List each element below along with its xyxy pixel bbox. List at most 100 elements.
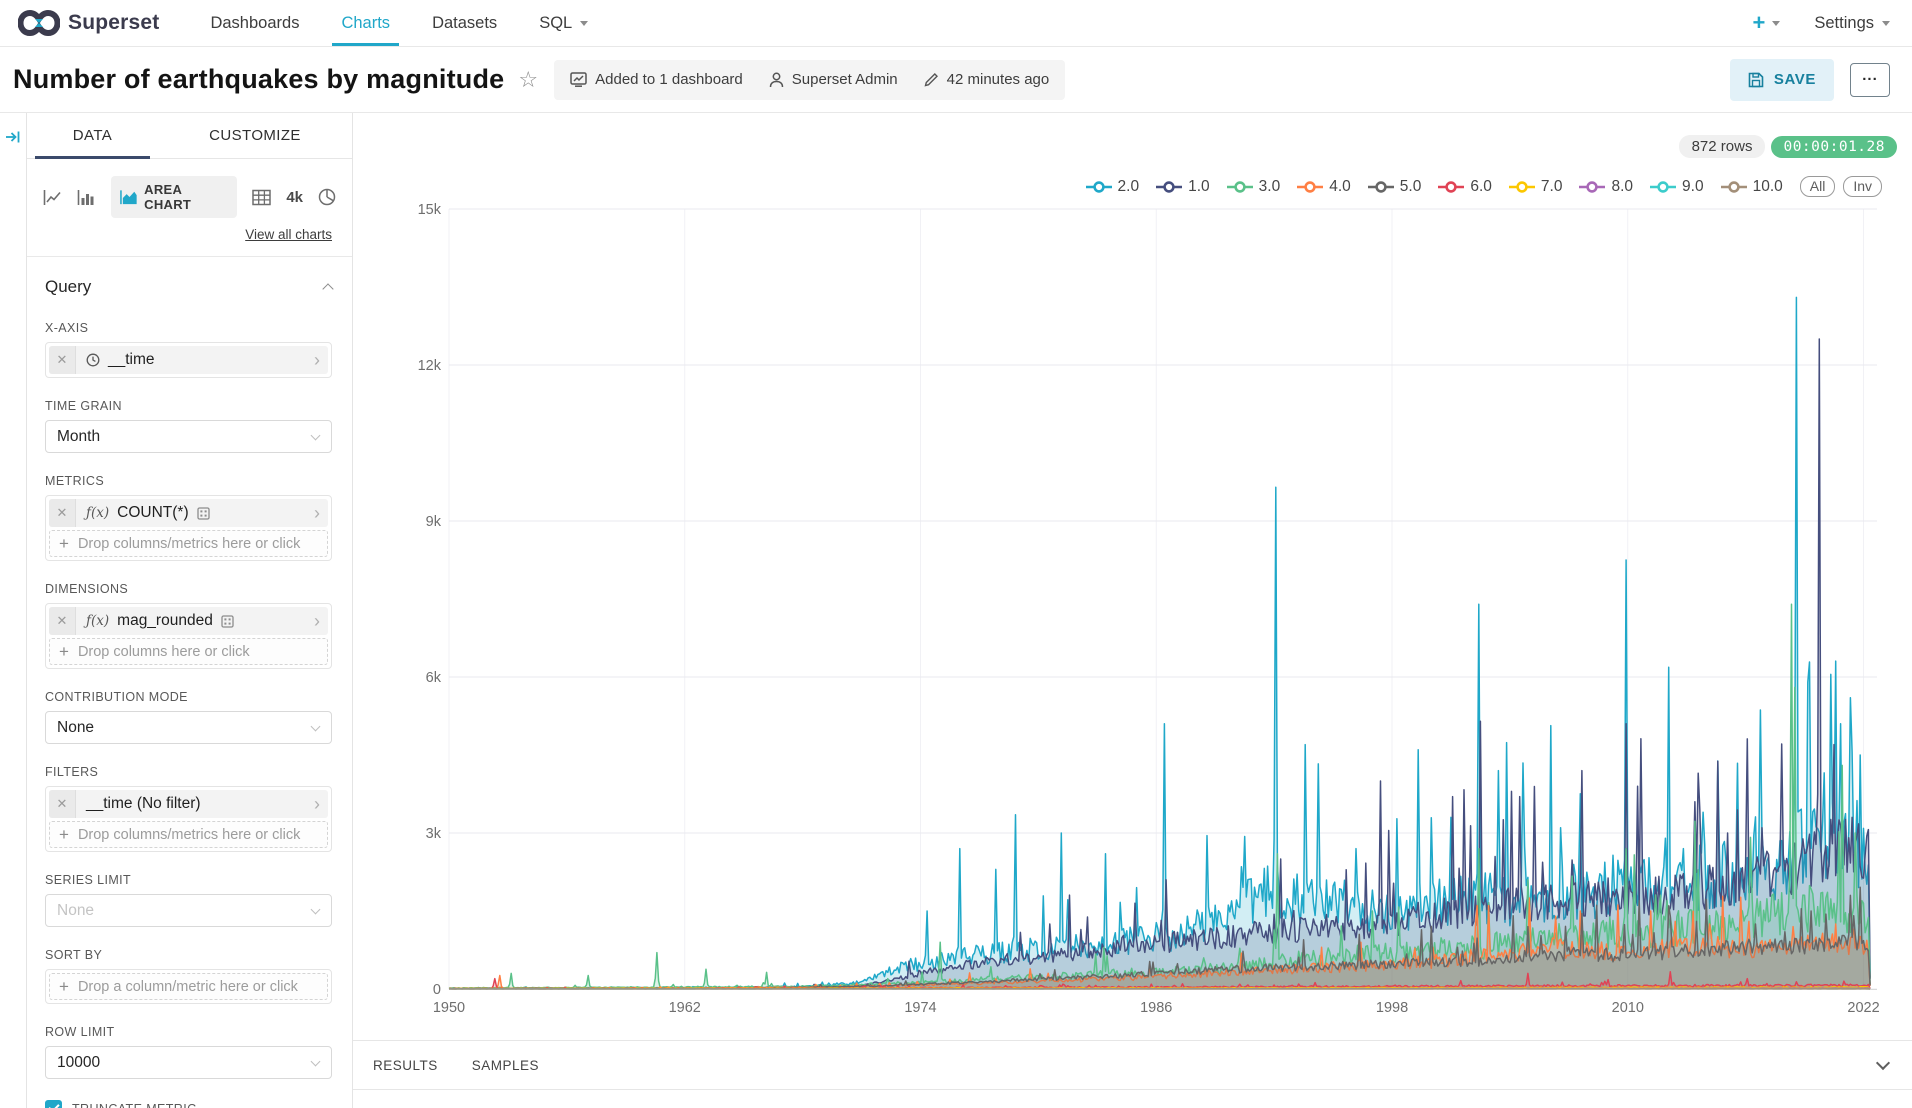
datasource-rail [0,113,27,1108]
remove-icon[interactable]: ✕ [49,607,76,635]
legend-marker-icon [1156,181,1182,193]
filters-dropzone[interactable]: + Drop columns/metrics here or click [49,821,328,848]
added-to-dashboard[interactable]: Added to 1 dashboard [570,71,743,88]
user-icon [769,72,784,88]
legend-marker-icon [1368,181,1394,193]
control-label: SORT BY [45,948,332,962]
control-x-axis: X-AXIS ✕ __time › [45,321,332,378]
nav-item-sql[interactable]: SQL [518,0,609,46]
chevron-right-icon: › [314,351,328,369]
y-axis-tick-label: 9k [426,514,442,530]
dimension-pill[interactable]: ✕ ƒ(x) mag_rounded › [49,607,328,635]
plus-icon: + [59,535,69,552]
expand-datasource-icon[interactable] [5,129,22,150]
tab-customize[interactable]: CUSTOMIZE [158,113,352,158]
calculator-icon [221,615,234,628]
chevron-down-icon[interactable] [1876,1056,1890,1070]
control-time-grain: TIME GRAIN Month [45,399,332,453]
chevron-right-icon: › [314,795,328,813]
tab-results[interactable]: RESULTS [373,1058,438,1073]
area-chart-viz-button[interactable]: AREA CHART [111,176,237,218]
save-icon [1748,72,1764,88]
metric-pill[interactable]: ✕ ƒ(x) COUNT(*) › [49,499,328,527]
checkbox-checked-icon[interactable] [45,1100,62,1108]
tab-samples[interactable]: SAMPLES [472,1058,539,1073]
table-viz-button[interactable] [252,189,271,206]
row-limit-select[interactable]: 10000 [45,1046,332,1079]
legend-item-9.0[interactable]: 9.0 [1650,178,1704,196]
legend-invert-button[interactable]: Inv [1843,176,1882,197]
legend-marker-icon [1579,181,1605,193]
series-limit-select[interactable]: None [45,894,332,927]
control-label: SERIES LIMIT [45,873,332,887]
legend-item-7.0[interactable]: 7.0 [1509,178,1563,196]
line-chart-viz-button[interactable] [43,189,62,206]
x-axis-tick-label: 1950 [433,1000,465,1016]
legend-item-5.0[interactable]: 5.0 [1368,178,1422,196]
brand-name: Superset [68,11,159,35]
area-chart-icon [120,190,137,205]
calculator-icon [197,507,210,520]
query-section-header[interactable]: Query [45,277,332,297]
divider [27,256,352,257]
big-number-viz-button[interactable]: 4k [286,189,303,206]
x-axis-tick-label: 1974 [904,1000,936,1016]
nav-item-dashboards[interactable]: Dashboards [189,0,320,46]
contribution-mode-select[interactable]: None [45,711,332,744]
area-series-2.0 [449,297,1870,989]
legend-item-4.0[interactable]: 4.0 [1297,178,1351,196]
row-count-badge: 872 rows [1679,135,1766,158]
nav-item-datasets[interactable]: Datasets [411,0,518,46]
bar-chart-viz-button[interactable] [77,189,96,206]
legend-item-8.0[interactable]: 8.0 [1579,178,1633,196]
clock-icon [86,353,100,367]
x-axis-tick-label: 2010 [1612,1000,1644,1016]
x-axis-pill[interactable]: ✕ __time › [49,346,328,374]
pie-chart-viz-button[interactable] [318,188,336,206]
tab-data[interactable]: DATA [27,113,158,158]
control-contribution-mode: CONTRIBUTION MODE None [45,690,332,744]
chart-panel: 872 rows 00:00:01.28 2.01.03.04.05.06.07… [353,113,1912,1108]
function-icon: ƒ(x) [86,505,109,521]
legend-label: 5.0 [1400,178,1422,196]
legend-marker-icon [1086,181,1112,193]
control-dimensions: DIMENSIONS ✕ ƒ(x) mag_rounded › + Drop c… [45,582,332,669]
chart-canvas[interactable]: 03k6k9k12k15k195019621974198619982010202… [353,113,1911,1040]
legend-label: 3.0 [1259,178,1281,196]
remove-icon[interactable]: ✕ [49,790,76,818]
control-label: FILTERS [45,765,332,779]
more-actions-button[interactable]: ... [1850,63,1890,97]
new-item-button[interactable]: + [1753,12,1781,34]
legend-item-3.0[interactable]: 3.0 [1227,178,1281,196]
chart-legend: 2.0 1.0 3.0 4.0 5.0 6.0 7.0 8.0 9.0 10.0 All Inv [1086,176,1882,197]
favorite-star-icon[interactable]: ☆ [518,69,538,91]
sort-by-dropzone[interactable]: + Drop a column/metric here or click [49,973,328,1000]
legend-marker-icon [1297,181,1323,193]
legend-item-1.0[interactable]: 1.0 [1156,178,1210,196]
page-title[interactable]: Number of earthquakes by magnitude [13,64,504,95]
filter-pill[interactable]: ✕ __time (No filter) › [49,790,328,818]
truncate-metric-checkbox-row[interactable]: TRUNCATE METRIC [45,1100,332,1108]
y-axis-tick-label: 0 [433,982,441,998]
chart-header: Number of earthquakes by magnitude ☆ Add… [0,47,1912,113]
legend-label: 8.0 [1611,178,1633,196]
chevron-right-icon: › [314,504,328,522]
settings-menu[interactable]: Settings [1814,14,1890,33]
save-button[interactable]: SAVE [1730,59,1834,101]
superset-logo[interactable]: Superset [18,9,159,37]
view-all-charts-link[interactable]: View all charts [27,227,332,242]
metrics-dropzone[interactable]: + Drop columns/metrics here or click [49,530,328,557]
viz-type-switcher: AREA CHART 4k [27,176,352,218]
remove-icon[interactable]: ✕ [49,346,76,374]
plus-icon: + [59,826,69,843]
time-grain-select[interactable]: Month [45,420,332,453]
nav-item-charts[interactable]: Charts [320,0,411,46]
control-label: X-AXIS [45,321,332,335]
dimensions-dropzone[interactable]: + Drop columns here or click [49,638,328,665]
legend-item-6.0[interactable]: 6.0 [1438,178,1492,196]
legend-marker-icon [1227,181,1253,193]
legend-item-10.0[interactable]: 10.0 [1721,178,1783,196]
remove-icon[interactable]: ✕ [49,499,76,527]
legend-select-all-button[interactable]: All [1800,176,1836,197]
legend-item-2.0[interactable]: 2.0 [1086,178,1140,196]
